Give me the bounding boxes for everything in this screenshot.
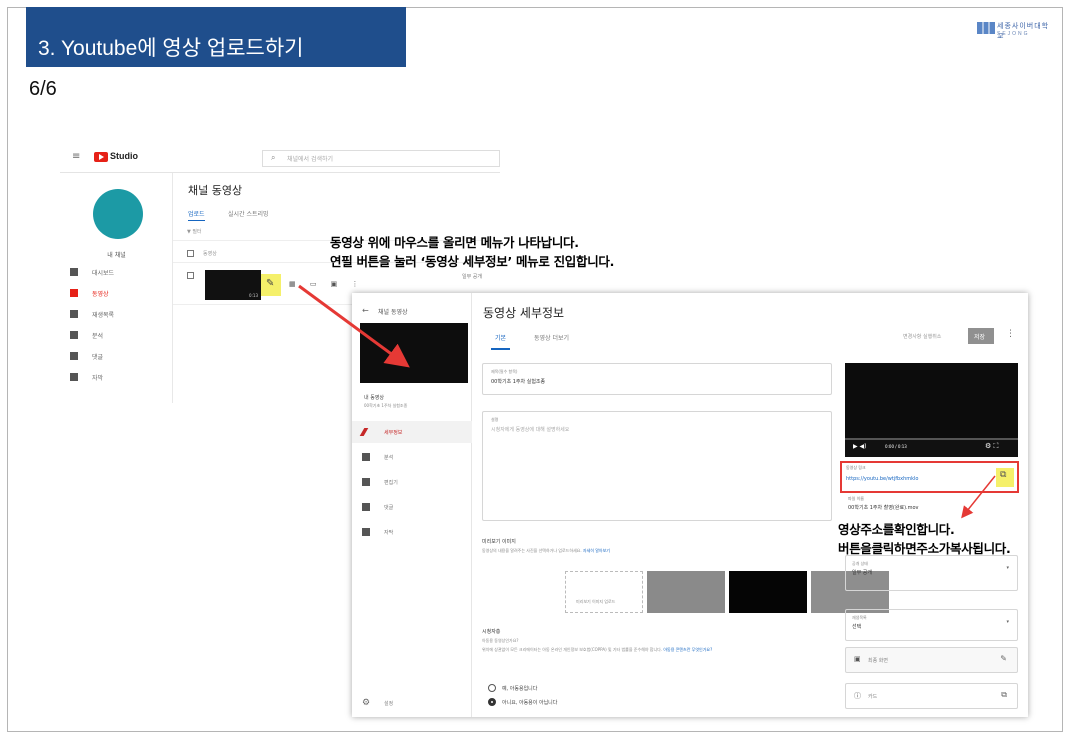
pencil-to-details-arrow [298, 284, 410, 368]
annotation-arrows [298, 284, 996, 519]
url-instruction-callout: 영상주소를확인합니다. 버튼을클릭하면주소가복사됩니다. [838, 522, 1011, 556]
url-callout-arrow [961, 475, 996, 519]
hover-instruction-callout: 동영상 위에 마우스를 올리면 메뉴가 나타납니다. 연필 버튼을 눌러 ‘동영… [330, 235, 615, 269]
